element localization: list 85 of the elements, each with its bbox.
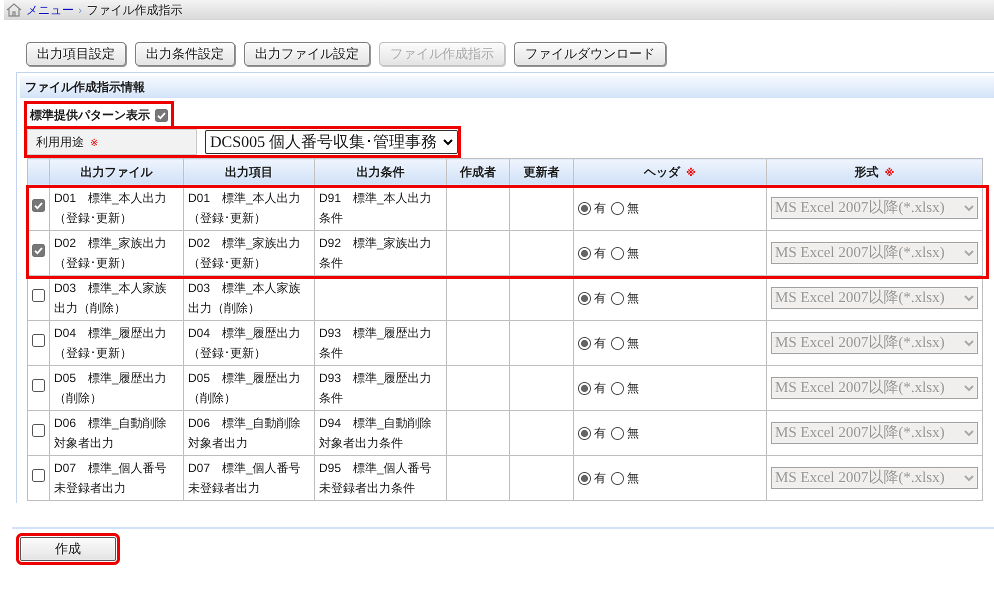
toolbar-button[interactable]: 出力項目設定 [26,42,126,66]
radio-label: 有 [594,290,606,307]
breadcrumb-separator: › [78,4,82,16]
table-cell: D02 標準_家族出力（登録･更新） [184,230,314,276]
checkbox[interactable] [32,379,45,392]
table-cell: D94 標準_自動削除対象者出力条件 [314,410,446,456]
required-mark: ※ [884,168,894,178]
caret-icon [964,340,974,346]
table-cell: D07 標準_個人番号未登録者出力 [50,456,184,500]
table-cell: D01 標準_本人出力（登録･更新） [50,186,184,230]
checkbox[interactable] [32,244,45,257]
radio-button[interactable] [611,472,624,484]
radio-label: 無 [627,470,639,487]
usage-dropdown[interactable]: DCS005 個人番号収集･管理事務 [205,130,458,154]
page-title: ファイル作成指示 [86,2,182,18]
table-cell: D02 標準_家族出力（登録･更新） [50,230,184,276]
caret-icon [964,204,974,212]
radio-label: 無 [627,335,639,352]
checkbox[interactable] [32,289,45,302]
table-cell: D04 標準_履歴出力（登録･更新） [184,320,314,366]
radio-label: 有 [594,380,606,397]
column-header: 更新者 [510,158,574,186]
radio-label: 無 [627,425,639,442]
table-cell: D95 標準_個人番号未登録者出力条件 [314,456,446,500]
column-header: 出力ファイル [50,158,184,186]
required-mark: ※ [686,168,696,178]
radio-button[interactable] [578,246,591,260]
table-cell: D07 標準_個人番号未登録者出力 [184,456,314,500]
required-mark: ※ [90,138,98,149]
table-cell: D01 標準_本人出力（登録･更新） [184,186,314,230]
table-cell: D93 標準_履歴出力条件 [314,366,446,410]
usage-label: 利用用途 ※ [27,129,197,155]
radio-button[interactable] [611,202,624,214]
radio-button[interactable] [611,336,624,350]
checkbox[interactable] [32,199,45,212]
radio-label: 有 [594,335,606,352]
table-cell: D92 標準_家族出力条件 [314,230,446,276]
checkbox[interactable] [32,334,45,347]
radio-label: 有 [594,425,606,442]
menu-link[interactable]: メニュー [26,2,74,18]
radio-label: 有 [594,200,606,217]
radio-button[interactable] [578,382,591,394]
toolbar-button[interactable]: ファイルダウンロード [514,42,666,66]
radio-label: 無 [627,245,639,262]
radio-button[interactable] [578,292,591,304]
caret-icon [964,474,974,482]
column-header: 形式 ※ [766,158,982,186]
table-cell: D93 標準_履歴出力条件 [314,320,446,366]
pattern-toggle-label: 標準提供パターン表示 [30,106,150,124]
column-header: 出力条件 [314,158,446,186]
toolbar-button[interactable]: 出力条件設定 [135,42,235,66]
table-cell: D06 標準_自動削除対象者出力 [50,410,184,456]
column-header: 出力項目 [184,158,314,186]
pattern-toggle[interactable]: 標準提供パターン表示 [27,104,171,126]
caret-icon [964,430,974,436]
toolbar-button[interactable]: 出力ファイル設定 [244,42,370,66]
radio-label: 無 [627,200,639,217]
table-cell: D04 標準_履歴出力（登録･更新） [50,320,184,366]
column-header: 作成者 [446,158,510,186]
radio-button[interactable] [611,426,624,440]
radio-button[interactable] [578,472,591,484]
radio-button[interactable] [611,382,624,394]
radio-label: 有 [594,245,606,262]
table-cell: D06 標準_自動削除対象者出力 [184,410,314,456]
checkbox[interactable] [32,469,45,482]
section-header: ファイル作成指示情報 [20,76,994,98]
radio-label: 無 [627,380,639,397]
table-cell: D91 標準_本人出力条件 [314,186,446,230]
radio-label: 無 [627,290,639,307]
caret-icon [964,384,974,392]
radio-button[interactable] [578,336,591,350]
column-header: ヘッダ ※ [574,158,766,186]
table-cell: D05 標準_履歴出力（削除） [50,366,184,410]
radio-button[interactable] [611,246,624,260]
radio-button[interactable] [578,202,591,214]
checkbox[interactable] [32,424,45,437]
caret-icon [443,138,454,146]
caret-icon [964,250,974,256]
radio-label: 有 [594,470,606,487]
home-icon[interactable] [6,3,22,17]
radio-button[interactable] [611,292,624,304]
caret-icon [964,294,974,302]
checkbox[interactable] [155,108,168,122]
radio-button[interactable] [578,426,591,440]
table-cell: D05 標準_履歴出力（削除） [184,366,314,410]
